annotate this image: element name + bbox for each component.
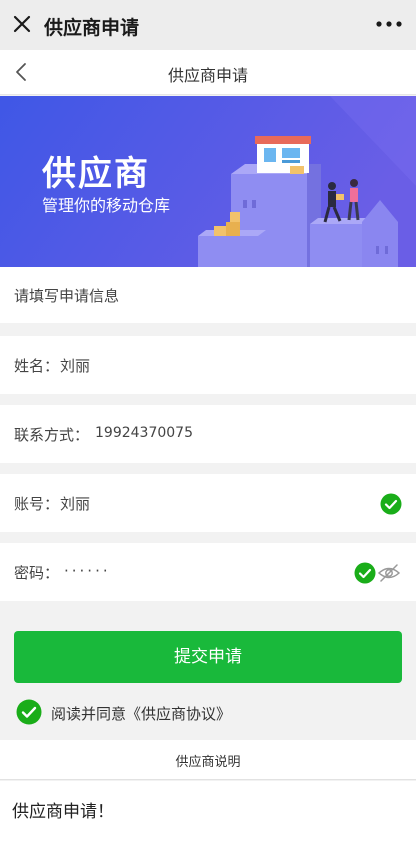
window-title: 供应商申请 <box>44 17 140 39</box>
eye-off-icon[interactable] <box>377 563 401 583</box>
password-label: 密码： <box>14 564 60 582</box>
password-field[interactable]: 密码： ······ <box>0 543 416 601</box>
name-value[interactable]: 刘丽 <box>60 355 90 376</box>
form-hint-text: 请填写申请信息 <box>14 287 120 305</box>
account-field[interactable]: 账号： 刘丽 <box>0 474 416 532</box>
name-field[interactable]: 姓名： 刘丽 <box>0 336 416 394</box>
phone-label: 联系方式： <box>14 426 90 444</box>
name-label: 姓名： <box>14 357 60 375</box>
description-body-text: 供应商申请！ <box>12 802 114 822</box>
banner-title: 供应商 <box>42 154 150 194</box>
phone-field[interactable]: 联系方式： 19924370075 <box>0 405 416 463</box>
wechat-title-bar: 供应商申请 <box>0 0 416 50</box>
description-header: 供应商说明 <box>0 740 416 780</box>
description-header-text: 供应商说明 <box>175 755 241 770</box>
phone-value[interactable]: 19924370075 <box>95 425 193 441</box>
account-label: 账号： <box>14 495 60 513</box>
check-circle-icon[interactable] <box>16 699 42 725</box>
banner-subtitle: 管理你的移动仓库 <box>42 196 171 215</box>
close-icon[interactable] <box>10 12 34 36</box>
account-value[interactable]: 刘丽 <box>60 493 90 514</box>
description-body: 供应商申请！ <box>0 781 416 845</box>
password-value[interactable]: ······ <box>64 562 111 580</box>
check-circle-icon <box>380 493 402 515</box>
check-circle-icon <box>354 562 376 584</box>
page-nav-bar: 供应商申请 <box>0 50 416 95</box>
submit-button[interactable]: 提交申请 <box>14 631 402 683</box>
form-hint: 请填写申请信息 <box>0 267 416 323</box>
agreement-text[interactable]: 阅读并同意《供应商协议》 <box>51 703 231 724</box>
page-title: 供应商申请 <box>167 66 248 85</box>
more-icon[interactable] <box>374 12 404 36</box>
